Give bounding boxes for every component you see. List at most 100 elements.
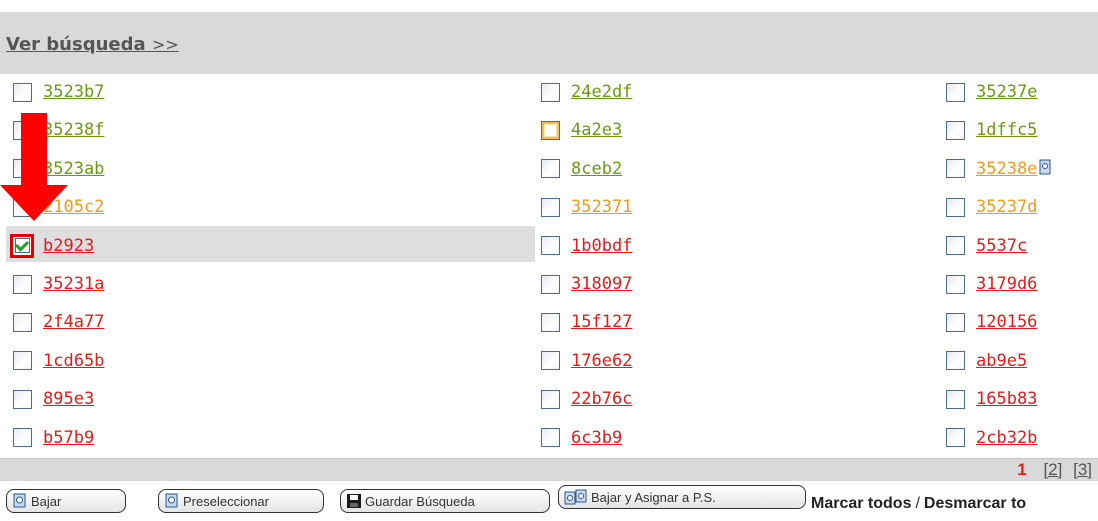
result-checkbox[interactable] [541,197,560,217]
result-item: 165b83 [946,381,1037,417]
result-link[interactable]: 35231a [43,274,104,294]
result-checkbox[interactable] [946,428,965,448]
marcar-separator: / [915,495,920,512]
result-item: 3179d6 [946,266,1037,302]
result-checkbox[interactable] [946,389,965,409]
result-link[interactable]: 2f4a77 [43,312,104,332]
result-checkbox-checked[interactable] [10,233,34,258]
result-checkbox[interactable] [946,274,965,294]
result-item: 120156 [946,304,1037,340]
desmarcar-link[interactable]: Desmarcar to [924,495,1026,512]
result-checkbox[interactable] [946,236,965,256]
result-link[interactable]: 15f127 [571,312,632,332]
search-results-page: Ver búsqueda >> 3523b7 35238f 3523ab 2105c2… [0,0,1098,521]
result-item: 24e2df [541,74,632,110]
result-link[interactable]: 120156 [976,312,1037,332]
result-link[interactable]: 895e3 [43,389,94,409]
pager-current-page: 1 [1017,460,1027,479]
result-link[interactable]: 165b83 [976,389,1037,409]
result-checkbox[interactable] [541,428,560,448]
result-checkbox[interactable] [541,120,560,140]
save-disk-icon [345,492,363,510]
result-link[interactable]: b2923 [43,236,94,256]
result-item: 8ceb2 [541,151,622,187]
guardar-busqueda-label: Guardar Búsqueda [365,493,475,509]
result-checkbox[interactable] [946,312,965,332]
result-link[interactable]: 1b0bdf [571,236,632,256]
ver-busqueda-link[interactable]: Ver búsqueda >> [6,34,179,55]
result-checkbox[interactable] [946,82,965,102]
checkbox-inner [14,237,30,254]
result-checkbox[interactable] [541,312,560,332]
result-link[interactable]: ab9e5 [976,351,1027,371]
result-checkbox[interactable] [946,120,965,140]
guardar-busqueda-button[interactable]: Guardar Búsqueda [340,489,550,513]
result-checkbox[interactable] [946,197,965,217]
result-link[interactable]: 8ceb2 [571,159,622,179]
result-item: 1cd65b [13,343,104,379]
result-link[interactable]: 2cb32b [976,428,1037,448]
result-link[interactable]: 1cd65b [43,351,104,371]
pager-page-2[interactable]: [2] [1043,460,1062,479]
pager-page-3[interactable]: [3] [1073,460,1092,479]
result-checkbox[interactable] [13,351,32,371]
result-item: 1dffc5 [946,112,1037,148]
result-link[interactable]: 318097 [571,274,632,294]
result-checkbox[interactable] [13,428,32,448]
bajar-asignar-button[interactable]: Bajar y Asignar a P.S. [558,485,806,509]
bajar-button[interactable]: Bajar [6,489,126,513]
result-link[interactable]: 35237d [976,197,1037,217]
download-icon [11,492,29,510]
result-link[interactable]: 35238e [976,159,1037,179]
result-item: 35237e [946,74,1037,110]
result-item: 35237d [946,189,1037,225]
result-item: b57b9 [13,420,94,456]
result-link[interactable]: 3179d6 [976,274,1037,294]
result-link[interactable]: b57b9 [43,428,94,448]
result-item: 3523b7 [13,74,104,110]
ver-busqueda-label: Ver búsqueda [6,34,146,55]
result-link[interactable]: 3523b7 [43,82,104,102]
footer-bar [0,458,1098,481]
result-link[interactable]: 5537c [976,236,1027,256]
result-link[interactable]: 1dffc5 [976,120,1037,140]
result-link[interactable]: 4a2e3 [571,120,622,140]
result-checkbox[interactable] [541,389,560,409]
result-item: 352371 [541,189,632,225]
bajar-asignar-label: Bajar y Asignar a P.S. [591,489,716,505]
marcar-controls: Marcar todos / Desmarcar to [811,495,1026,513]
red-arrow-annotation [0,113,68,221]
result-link[interactable]: 22b76c [571,389,632,409]
result-item: b2923 [10,228,94,264]
result-item: 22b76c [541,381,632,417]
download-assign-icon [563,488,589,506]
result-checkbox[interactable] [541,82,560,102]
result-item: 35238e [946,151,1051,187]
result-link[interactable]: 35237e [976,82,1037,102]
result-checkbox[interactable] [541,274,560,294]
result-link[interactable]: 6c3b9 [571,428,622,448]
result-checkbox[interactable] [541,236,560,256]
marcar-todos-link[interactable]: Marcar todos [811,495,911,512]
result-item: 2f4a77 [13,304,104,340]
document-icon [1039,159,1051,179]
bajar-label: Bajar [31,493,62,509]
result-item: ab9e5 [946,343,1027,379]
result-checkbox[interactable] [541,159,560,179]
result-checkbox[interactable] [13,274,32,294]
top-strip [0,0,1098,12]
result-link[interactable]: 24e2df [571,82,632,102]
result-link[interactable]: 176e62 [571,351,632,371]
pager: 1 [2] [3] [1017,460,1092,480]
result-checkbox[interactable] [541,351,560,371]
result-link[interactable]: 352371 [571,197,632,217]
result-checkbox[interactable] [13,82,32,102]
result-item: 6c3b9 [541,420,622,456]
result-checkbox[interactable] [946,159,965,179]
result-checkbox[interactable] [13,312,32,332]
result-checkbox[interactable] [946,351,965,371]
preseleccionar-label: Preseleccionar [183,493,269,509]
result-item: 15f127 [541,304,632,340]
result-checkbox[interactable] [13,389,32,409]
preseleccionar-button[interactable]: Preseleccionar [158,489,324,513]
